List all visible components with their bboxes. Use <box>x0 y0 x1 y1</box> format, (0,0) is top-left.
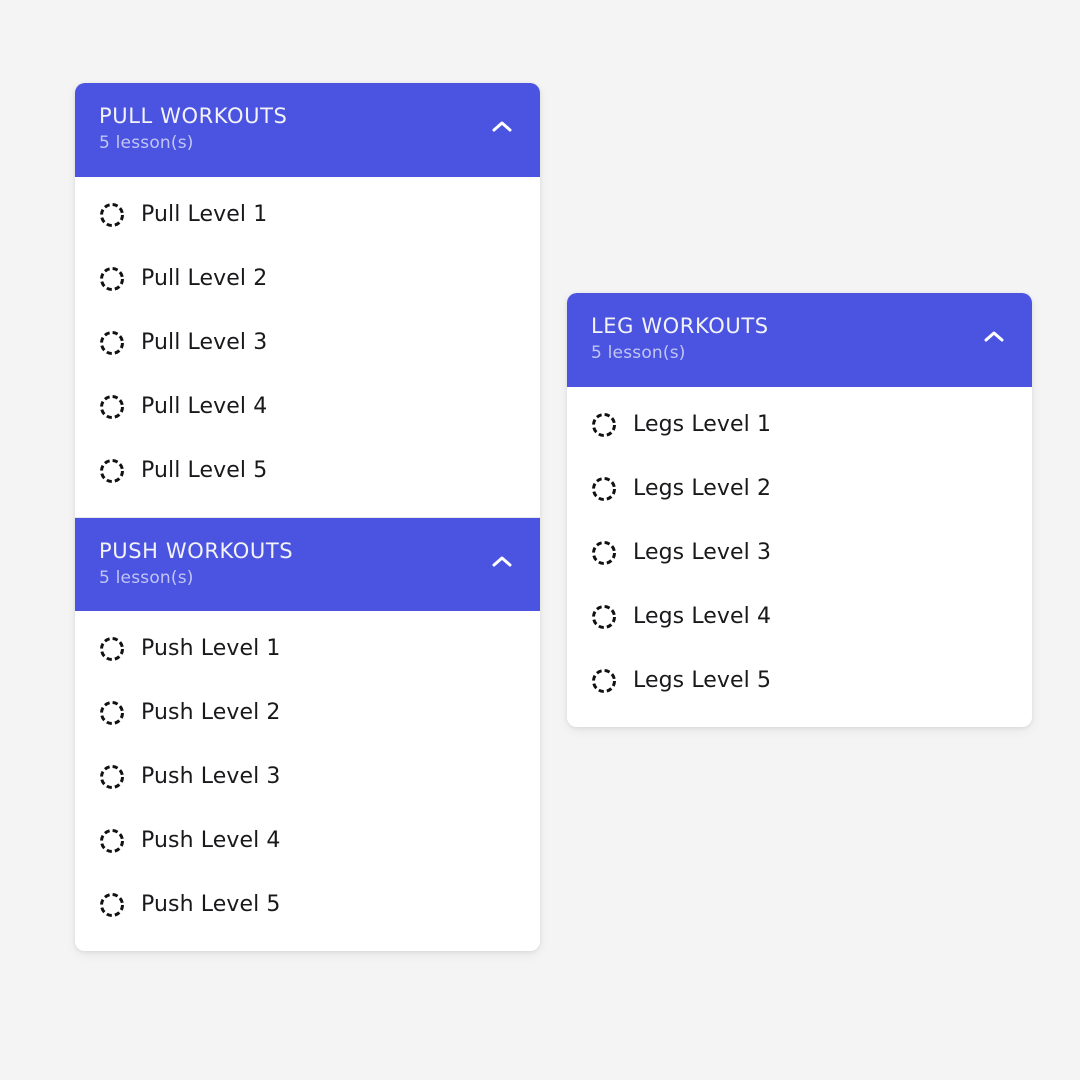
section-header-leg[interactable]: LEG WORKOUTS 5 lesson(s) <box>567 293 1032 387</box>
dashed-circle-icon <box>100 267 124 291</box>
section-header-pull[interactable]: PULL WORKOUTS 5 lesson(s) <box>75 83 540 177</box>
lesson-label: Pull Level 5 <box>141 458 268 483</box>
section-subtitle-push: 5 lesson(s) <box>99 568 194 588</box>
dashed-circle-icon <box>100 701 124 725</box>
list-item[interactable]: Push Level 2 <box>75 681 540 745</box>
lesson-label: Legs Level 3 <box>633 540 772 565</box>
list-item[interactable]: Push Level 1 <box>75 617 540 681</box>
chevron-up-icon[interactable] <box>487 552 517 572</box>
list-item[interactable]: Legs Level 3 <box>567 521 1032 585</box>
lesson-label: Push Level 1 <box>141 636 281 661</box>
workout-card-left: PULL WORKOUTS 5 lesson(s) Pull Level 1 P… <box>75 83 540 951</box>
section-subtitle-pull: 5 lesson(s) <box>99 133 194 153</box>
list-item[interactable]: Legs Level 4 <box>567 585 1032 649</box>
dashed-circle-icon <box>100 395 124 419</box>
workout-card-right: LEG WORKOUTS 5 lesson(s) Legs Level 1 Le… <box>567 293 1032 727</box>
lesson-label: Legs Level 1 <box>633 412 772 437</box>
lesson-label: Pull Level 1 <box>141 202 268 227</box>
lesson-label: Legs Level 5 <box>633 668 772 693</box>
list-item[interactable]: Pull Level 2 <box>75 247 540 311</box>
chevron-up-icon[interactable] <box>979 327 1009 347</box>
dashed-circle-icon <box>100 893 124 917</box>
dashed-circle-icon <box>100 203 124 227</box>
dashed-circle-icon <box>592 605 616 629</box>
dashed-circle-icon <box>100 331 124 355</box>
dashed-circle-icon <box>100 459 124 483</box>
list-item[interactable]: Pull Level 5 <box>75 439 540 503</box>
section-header-push[interactable]: PUSH WORKOUTS 5 lesson(s) <box>75 517 540 611</box>
list-item[interactable]: Push Level 4 <box>75 809 540 873</box>
workout-program-screen: PULL WORKOUTS 5 lesson(s) Pull Level 1 P… <box>0 0 1080 1080</box>
dashed-circle-icon <box>592 669 616 693</box>
dashed-circle-icon <box>592 541 616 565</box>
dashed-circle-icon <box>100 637 124 661</box>
dashed-circle-icon <box>592 413 616 437</box>
lesson-label: Push Level 4 <box>141 828 281 853</box>
section-subtitle-leg: 5 lesson(s) <box>591 343 686 363</box>
chevron-up-icon[interactable] <box>487 117 517 137</box>
section-title-leg: LEG WORKOUTS <box>591 314 769 338</box>
section-title-pull: PULL WORKOUTS <box>99 104 288 128</box>
lesson-label: Pull Level 3 <box>141 330 268 355</box>
dashed-circle-icon <box>100 829 124 853</box>
section-title-push: PUSH WORKOUTS <box>99 539 294 563</box>
lesson-label: Push Level 3 <box>141 764 281 789</box>
list-item[interactable]: Pull Level 1 <box>75 183 540 247</box>
lesson-label: Pull Level 2 <box>141 266 268 291</box>
lesson-list-leg: Legs Level 1 Legs Level 2 Legs Level 3 L… <box>567 387 1032 727</box>
list-item[interactable]: Push Level 3 <box>75 745 540 809</box>
list-item[interactable]: Pull Level 3 <box>75 311 540 375</box>
list-item[interactable]: Push Level 5 <box>75 873 540 937</box>
list-item[interactable]: Legs Level 1 <box>567 393 1032 457</box>
lesson-label: Pull Level 4 <box>141 394 268 419</box>
lesson-label: Push Level 2 <box>141 700 281 725</box>
lesson-label: Legs Level 4 <box>633 604 772 629</box>
dashed-circle-icon <box>592 477 616 501</box>
lesson-list-pull: Pull Level 1 Pull Level 2 Pull Level 3 P… <box>75 177 540 517</box>
lesson-list-push: Push Level 1 Push Level 2 Push Level 3 P… <box>75 611 540 951</box>
list-item[interactable]: Legs Level 5 <box>567 649 1032 713</box>
list-item[interactable]: Pull Level 4 <box>75 375 540 439</box>
lesson-label: Legs Level 2 <box>633 476 772 501</box>
dashed-circle-icon <box>100 765 124 789</box>
lesson-label: Push Level 5 <box>141 892 281 917</box>
list-item[interactable]: Legs Level 2 <box>567 457 1032 521</box>
